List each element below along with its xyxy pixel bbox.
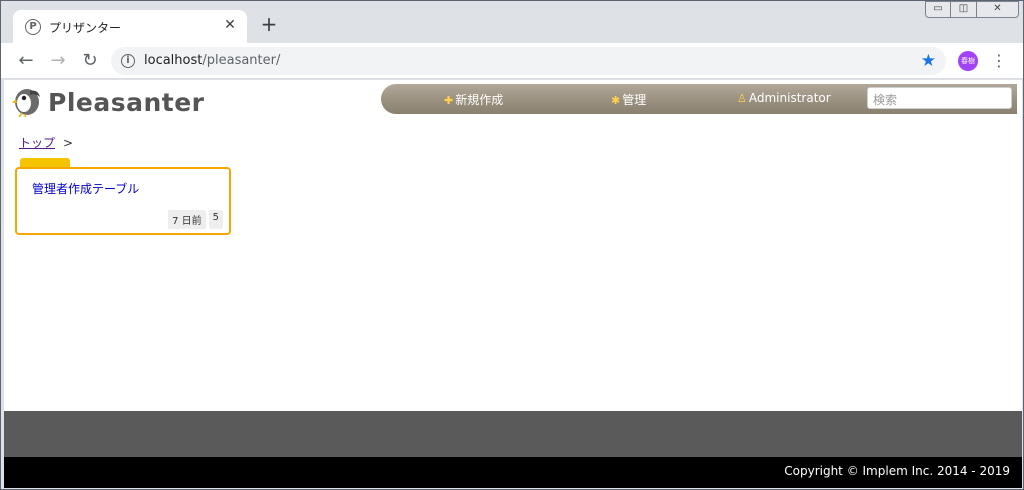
browser-toolbar: ← → ↻ i localhost/pleasanter/ ★ 春樹 ⋮ [1,43,1023,79]
tab-title: プリザンター [49,21,122,35]
plus-icon: ✚ [444,94,454,107]
close-icon[interactable]: ✕ [977,1,1019,18]
logo-text: Pleasanter [48,87,205,117]
breadcrumb-separator: > [63,136,74,150]
logo-bird-icon [12,89,40,117]
minimize-icon[interactable]: ▭ [925,1,951,18]
url-host: localhost [144,53,203,68]
breadcrumb: トップ > [19,134,73,151]
user-icon: ♙ [737,92,747,105]
close-tab-icon[interactable]: ✕ [221,16,239,34]
site-card[interactable]: 管理者作成テーブル 7 日前 5 [15,167,231,235]
profile-avatar[interactable]: 春樹 [958,51,978,71]
updated-badge: 7 日前 [168,210,206,229]
reload-icon[interactable]: ↻ [79,50,101,72]
user-label: Administrator [748,91,831,105]
app-navbar: ✚ 新規作成 ✱ 管理 ♙ Administrator 検索 [381,84,1017,114]
bookmark-star-icon[interactable]: ★ [921,51,936,71]
new-item-label: 新規作成 [455,93,504,107]
search-input[interactable]: 検索 [867,87,1012,109]
new-item-link[interactable]: ✚ 新規作成 [444,91,503,108]
favicon-icon: P [25,19,41,35]
site-card-meta: 7 日前 5 [168,210,223,229]
site-card-title[interactable]: 管理者作成テーブル [32,180,139,197]
gear-icon: ✱ [611,94,621,107]
footer: Copyright © Implem Inc. 2014 - 2019 [4,457,1022,488]
page-content: Pleasanter ✚ 新規作成 ✱ 管理 ♙ Administrator 検索 ト… [4,80,1022,488]
manage-label: 管理 [622,93,647,107]
tab-strip: P プリザンター ✕ + ▭ ◫ ✕ [1,1,1023,43]
new-tab-icon[interactable]: + [259,14,279,34]
window-controls: ▭ ◫ ✕ [925,1,1019,18]
count-badge: 5 [208,210,223,229]
address-bar[interactable]: i localhost/pleasanter/ ★ [111,47,946,75]
manage-menu[interactable]: ✱ 管理 [611,91,646,108]
user-menu[interactable]: ♙ Administrator [737,91,831,105]
copyright-text: Copyright © Implem Inc. 2014 - 2019 [784,464,1010,478]
browser-tab[interactable]: P プリザンター ✕ [13,10,247,43]
url-text[interactable]: localhost/pleasanter/ [144,53,280,68]
restore-icon[interactable]: ◫ [951,1,977,18]
breadcrumb-top-link[interactable]: トップ [19,136,55,150]
browser-menu-icon[interactable]: ⋮ [991,50,1007,72]
app-logo[interactable]: Pleasanter [12,86,205,118]
info-icon[interactable]: i [121,54,135,68]
forward-icon[interactable]: → [47,50,69,72]
back-icon[interactable]: ← [15,50,37,72]
browser-window: P プリザンター ✕ + ▭ ◫ ✕ ← → ↻ i localhost/ple… [0,0,1024,490]
url-path: /pleasanter/ [202,53,281,68]
footer-band [4,411,1022,457]
